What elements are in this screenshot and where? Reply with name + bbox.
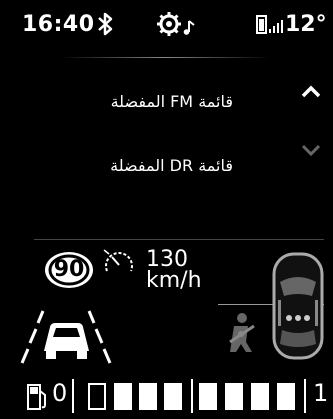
menu-item-dr-favorites[interactable]: قائمة DR المفضلة	[110, 156, 233, 175]
fuel-segment	[199, 383, 217, 410]
lane-assist-icon	[20, 310, 112, 364]
speedometer-icon	[103, 249, 133, 272]
status-divider	[60, 57, 270, 58]
fuel-scale-tick	[72, 379, 74, 413]
fuel-scale-tick	[191, 379, 193, 413]
fuel-segment	[164, 383, 182, 410]
gear-music-icon	[157, 12, 195, 36]
status-bar: 16:40 12°	[0, 0, 333, 52]
fuel-segment	[277, 383, 295, 410]
fuel-segment	[225, 383, 243, 410]
phone-battery-signal-icon	[256, 15, 283, 34]
fuel-max-label: 1	[313, 379, 329, 407]
fuel-pump-icon	[27, 384, 46, 410]
fuel-segment	[139, 383, 157, 410]
speed-limit-value: 90	[53, 257, 85, 282]
fuel-segment	[114, 383, 132, 410]
car-top-view-icon	[272, 252, 324, 360]
set-speed-unit: km/h	[146, 268, 202, 293]
clock: 16:40	[22, 12, 95, 37]
bluetooth-icon	[98, 12, 113, 36]
menu-divider	[34, 239, 324, 240]
fuel-min-label: 0	[52, 379, 68, 407]
fuel-segment	[251, 383, 269, 410]
chevron-up-icon[interactable]	[300, 83, 322, 99]
menu-item-fm-favorites[interactable]: قائمة FM المفضلة	[111, 92, 233, 111]
chevron-down-icon[interactable]	[300, 142, 322, 158]
outside-temperature: 12°	[285, 12, 327, 37]
fuel-segment	[88, 383, 106, 410]
seatbelt-warning-icon	[229, 313, 255, 352]
fuel-scale-tick	[304, 379, 306, 413]
set-speed-value: 130	[146, 247, 188, 272]
